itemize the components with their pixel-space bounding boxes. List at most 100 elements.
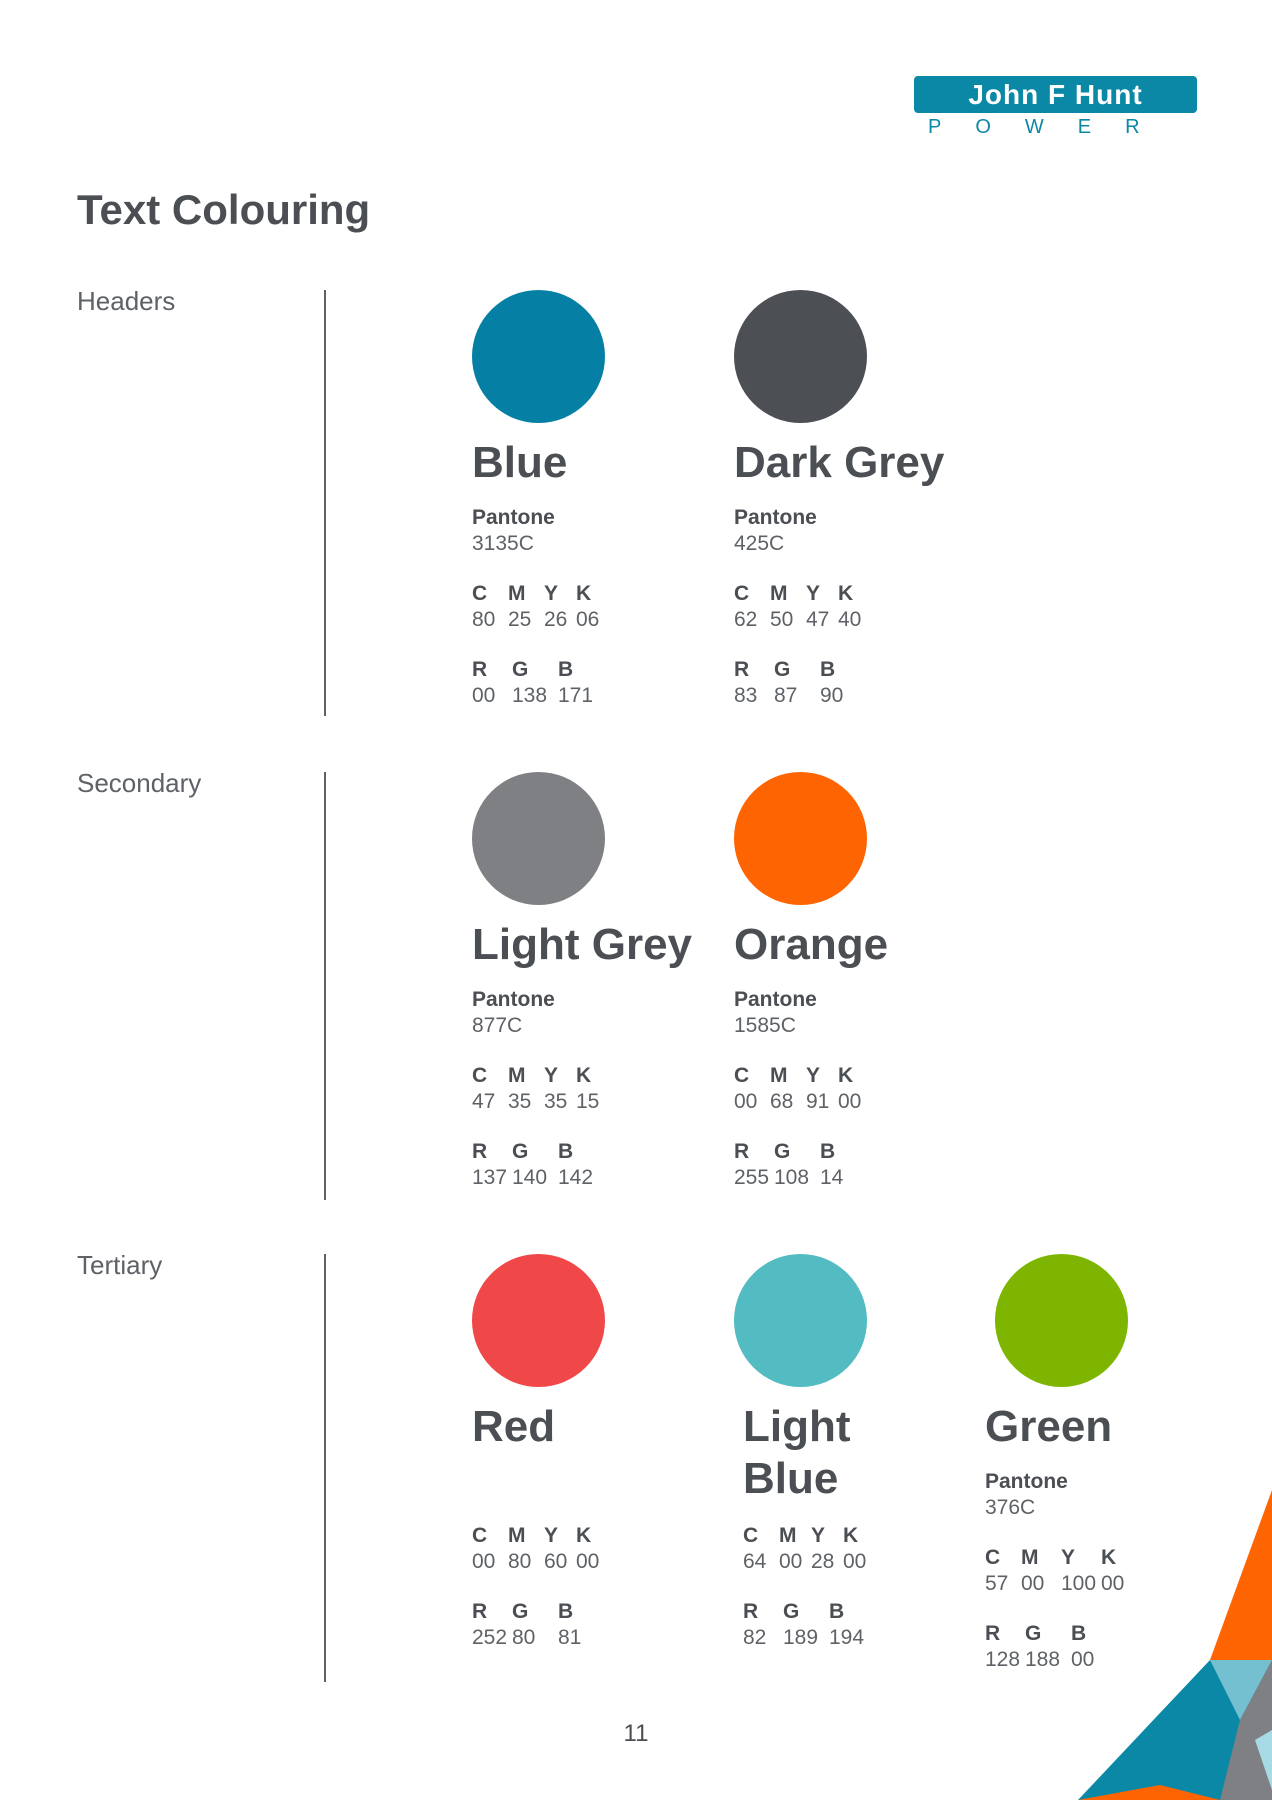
cmyk-label: Y (544, 1524, 559, 1547)
color-name: Dark Grey (734, 438, 945, 487)
rgb-value: 90 (820, 684, 844, 707)
cmyk-value: 57 (985, 1572, 1009, 1595)
rgb-label: R (734, 1140, 750, 1163)
color-name: Green (985, 1402, 1113, 1451)
cmyk-value: 91 (806, 1090, 830, 1113)
rgb-label: G (774, 1140, 791, 1163)
section-label-headers: Headers (77, 286, 176, 316)
cmyk-label: Y (806, 1064, 821, 1087)
rgb-label: R (472, 1600, 488, 1623)
rgb-label: G (512, 658, 529, 681)
swatch-orange: Orange Pantone 1585C C M Y K 00 68 91 00… (734, 772, 1134, 1191)
color-circle (734, 1254, 867, 1387)
cmyk-label: C (734, 1064, 750, 1087)
cmyk-label: Y (544, 582, 559, 605)
cmyk-value: 26 (544, 608, 568, 631)
rgb-value: 137 (472, 1166, 508, 1189)
rgb-value: 194 (829, 1626, 865, 1649)
rgb-value: 14 (820, 1166, 844, 1189)
cmyk-value: 64 (743, 1550, 767, 1573)
color-circle (472, 290, 605, 423)
cmyk-value: 60 (544, 1550, 568, 1573)
cmyk-value: 62 (734, 608, 758, 631)
rgb-value: 108 (774, 1166, 810, 1189)
rgb-label: B (558, 1140, 574, 1163)
cmyk-value: 35 (544, 1090, 568, 1113)
rgb-label: B (820, 658, 836, 681)
rgb-value: 252 (472, 1626, 508, 1649)
rgb-label: G (783, 1600, 800, 1623)
pantone-label: Pantone (734, 988, 817, 1011)
cmyk-label: Y (806, 582, 821, 605)
cmyk-value: 50 (770, 608, 794, 631)
rgb-value: 80 (512, 1626, 536, 1649)
rgb-label: R (743, 1600, 759, 1623)
logo-name: John F Hunt (914, 76, 1197, 113)
cmyk-label: M (770, 1064, 788, 1087)
cmyk-label: C (472, 1524, 488, 1547)
cmyk-label: Y (544, 1064, 559, 1087)
cmyk-label: K (843, 1524, 859, 1547)
pantone-label: Pantone (734, 506, 817, 529)
corner-decoration (1078, 1490, 1272, 1800)
rgb-label: R (734, 658, 750, 681)
color-circle (995, 1254, 1128, 1387)
cmyk-label: K (576, 1524, 592, 1547)
rgb-value: 82 (743, 1626, 767, 1649)
cmyk-label: M (508, 1064, 526, 1087)
cmyk-label: K (576, 1064, 592, 1087)
cmyk-label: M (508, 1524, 526, 1547)
cmyk-value: 00 (734, 1090, 758, 1113)
cmyk-value: 06 (576, 608, 600, 631)
page-number: 11 (623, 1720, 649, 1747)
cmyk-label: C (472, 1064, 488, 1087)
cmyk-label: C (472, 582, 488, 605)
rgb-value: 142 (558, 1166, 594, 1189)
company-logo: John F Hunt POWER (914, 76, 1197, 140)
rgb-label: G (512, 1140, 529, 1163)
rgb-label: R (985, 1622, 1001, 1645)
pantone-value: 425C (734, 532, 785, 555)
rgb-value: 171 (558, 684, 594, 707)
cmyk-value: 00 (838, 1090, 862, 1113)
cmyk-value: 28 (811, 1550, 835, 1573)
section-divider (324, 290, 326, 716)
cmyk-label: K (838, 1064, 854, 1087)
cmyk-value: 15 (576, 1090, 600, 1113)
cmyk-label: M (1021, 1546, 1039, 1569)
cmyk-value: 00 (843, 1550, 867, 1573)
cmyk-label: Y (811, 1524, 826, 1547)
rgb-value: 189 (783, 1626, 819, 1649)
rgb-label: R (472, 658, 488, 681)
color-name: Orange (734, 920, 889, 969)
swatch-light-blue: Light Blue C M Y K 64 00 28 00 R G B 82 … (734, 1254, 934, 1651)
cmyk-value: 40 (838, 608, 862, 631)
cmyk-label: C (743, 1524, 759, 1547)
page-title: Text Colouring (77, 186, 371, 233)
cmyk-value: 47 (472, 1090, 496, 1113)
cmyk-value: 00 (472, 1550, 496, 1573)
cmyk-label: K (576, 582, 592, 605)
cmyk-label: M (770, 582, 788, 605)
pantone-value: 1585C (734, 1014, 796, 1037)
logo-subtitle: POWER (928, 117, 1174, 137)
rgb-label: G (774, 658, 791, 681)
cmyk-label: M (508, 582, 526, 605)
cmyk-value: 25 (508, 608, 532, 631)
section-divider (324, 1254, 326, 1682)
rgb-label: B (558, 658, 574, 681)
color-circle (734, 772, 867, 905)
rgb-label: B (820, 1140, 836, 1163)
color-circle (734, 290, 867, 423)
cmyk-value: 00 (779, 1550, 803, 1573)
rgb-label: B (558, 1600, 574, 1623)
cmyk-label: K (838, 582, 854, 605)
corner-orange-shard (1210, 1490, 1272, 1660)
rgb-value: 138 (512, 684, 548, 707)
section-label-tertiary: Tertiary (77, 1250, 163, 1280)
rgb-value: 87 (774, 684, 798, 707)
cmyk-value: 00 (576, 1550, 600, 1573)
cmyk-value: 47 (806, 608, 830, 631)
color-circle (472, 1254, 605, 1387)
rgb-label: G (512, 1600, 529, 1623)
